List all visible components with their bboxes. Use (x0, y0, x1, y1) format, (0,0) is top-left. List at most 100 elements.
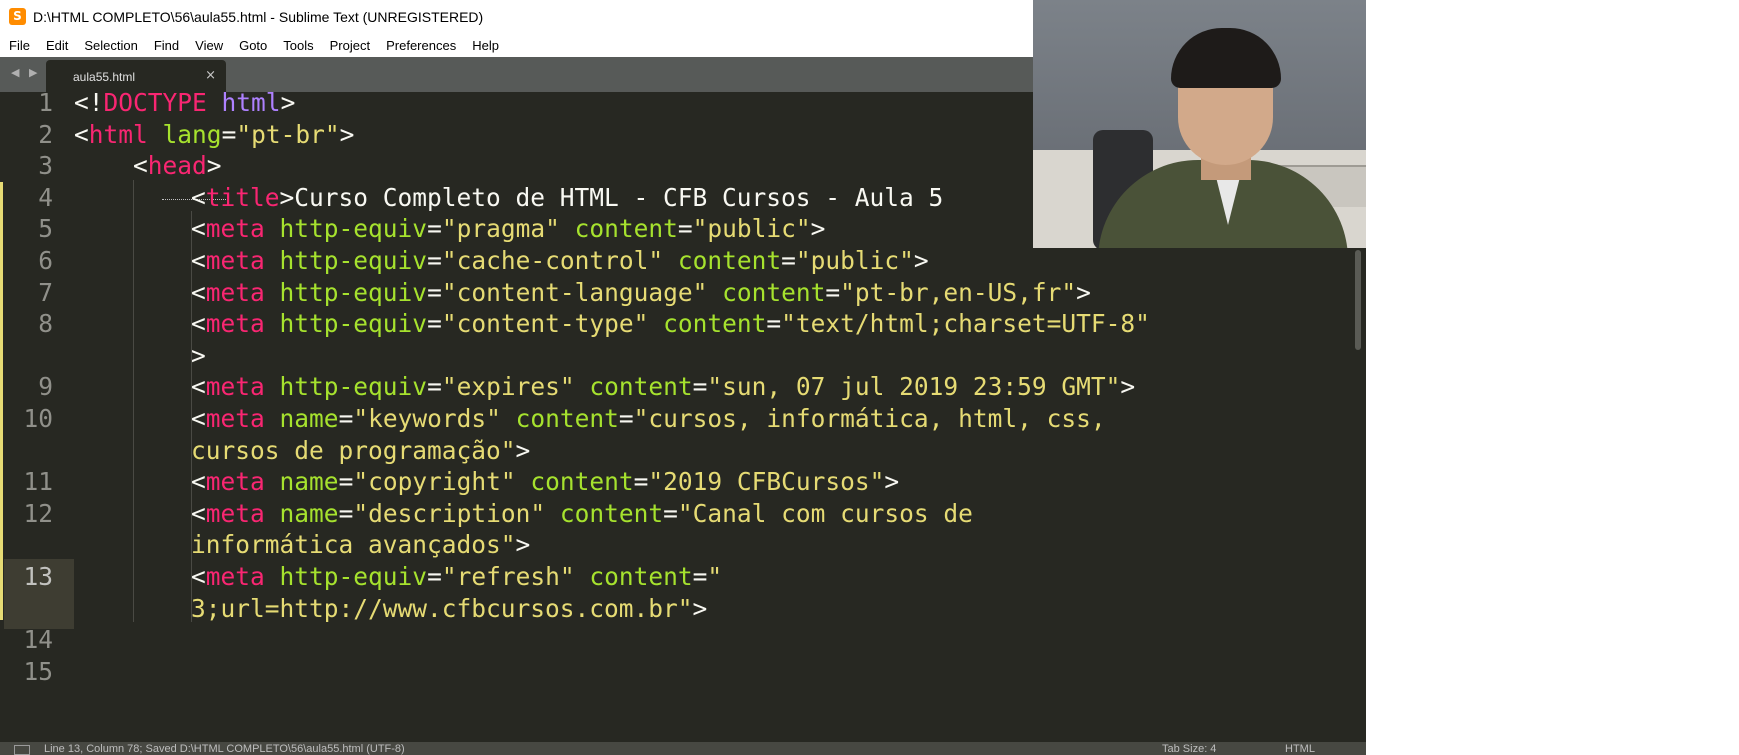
code-token: = (825, 277, 841, 307)
code-token: title (205, 182, 280, 212)
code-token: DOCTYPE (103, 88, 207, 117)
code-text: <meta http-equiv="expires" content="sun,… (191, 369, 1135, 404)
code-text: <meta name="copyright" content="2019 CFB… (191, 464, 899, 499)
code-token: < (191, 309, 206, 339)
status-message: Line 13, Column 78; Saved D:\HTML COMPLE… (44, 743, 405, 755)
code-token: 3;url=http://www.cfbcursos.com.br" (191, 593, 693, 623)
code-line[interactable]: 3;url=http://www.cfbcursos.com.br"> (0, 591, 1355, 626)
indent-guide (191, 211, 192, 623)
menu-file[interactable]: File (9, 38, 30, 53)
code-line[interactable]: cursos de programação"> (0, 433, 1355, 468)
tab-size-indicator[interactable]: Tab Size: 4 (1162, 743, 1216, 755)
code-text: > (191, 338, 206, 373)
menu-tools[interactable]: Tools (283, 38, 313, 53)
menu-find[interactable]: Find (154, 38, 179, 53)
code-token: > (339, 119, 355, 149)
code-token: "expires" (441, 372, 575, 402)
menu-view[interactable]: View (195, 38, 223, 53)
code-token: "sun, 07 jul 2019 23:59 GMT" (707, 372, 1121, 402)
code-token: head (147, 151, 207, 181)
code-line[interactable]: 13 <meta http-equiv="refresh" content=" (0, 559, 1355, 629)
menu-goto[interactable]: Goto (239, 38, 267, 53)
code-text: <meta http-equiv="pragma" content="publi… (191, 211, 825, 246)
code-token: "2019 CFBCursos" (648, 467, 885, 497)
code-line[interactable]: 14 (0, 622, 1355, 657)
code-token: "cache-control" (441, 246, 664, 275)
code-text: <html lang="pt-br"> (74, 117, 354, 152)
code-token: < (133, 151, 148, 181)
code-token: "refresh" (441, 562, 575, 591)
code-token: name (279, 404, 339, 433)
code-text: <meta http-equiv="refresh" content=" (191, 559, 722, 594)
code-token: = (338, 404, 354, 433)
line-number: 10 (23, 404, 53, 433)
modified-lines-marker (0, 181, 3, 621)
code-token: content (530, 467, 634, 497)
code-token: > (515, 435, 531, 465)
code-token: < (74, 119, 89, 149)
console-toggle-icon[interactable] (14, 745, 30, 755)
sublime-text-icon: S (9, 8, 26, 25)
code-token: content (559, 498, 664, 528)
menu-edit[interactable]: Edit (46, 38, 68, 53)
code-token: meta (205, 214, 265, 244)
line-number: 11 (23, 467, 53, 497)
menu-project[interactable]: Project (330, 38, 370, 53)
code-token: content (663, 309, 767, 339)
code-line[interactable]: 8 <meta http-equiv="content-type" content… (0, 306, 1355, 341)
code-text: <!DOCTYPE html> (74, 85, 295, 120)
code-line[interactable]: > (0, 338, 1355, 373)
code-token: < (191, 467, 206, 497)
code-token: http-equiv (279, 562, 428, 591)
code-token: meta (205, 309, 265, 339)
code-line[interactable]: 11 <meta name="copyright" content="2019 C… (0, 464, 1355, 499)
menu-preferences[interactable]: Preferences (386, 38, 456, 53)
code-token: http-equiv (279, 246, 428, 275)
code-token: meta (205, 246, 265, 275)
code-line[interactable]: 7 <meta http-equiv="content-language" con… (0, 275, 1355, 310)
line-number: 5 (38, 214, 53, 244)
scrollbar-thumb[interactable] (1355, 250, 1361, 350)
code-token: informática avançados" (191, 530, 516, 560)
code-token: meta (205, 277, 265, 307)
tab-nav-arrows-icon[interactable]: ◀ ▶ (11, 66, 40, 79)
line-number: 12 (23, 498, 53, 528)
menu-help[interactable]: Help (472, 38, 499, 53)
code-line[interactable]: informática avançados"> (0, 527, 1355, 562)
code-token: content (515, 404, 619, 433)
code-text: <meta http-equiv="content-type" content=… (191, 306, 1150, 341)
code-line[interactable]: 15 (0, 654, 1355, 689)
code-text: <title>Curso Completo de HTML - CFB Curs… (191, 180, 943, 215)
code-line[interactable]: 9 <meta http-equiv="expires" content="sun… (0, 369, 1355, 404)
line-number: 13 (23, 562, 53, 591)
code-token: = (338, 467, 354, 497)
code-token: "pt-br" (236, 119, 340, 149)
code-line[interactable]: 10 <meta name="keywords" content="cursos,… (0, 401, 1355, 436)
code-token: "public" (692, 214, 811, 244)
close-icon[interactable]: × (205, 68, 216, 83)
syntax-indicator[interactable]: HTML (1285, 743, 1315, 755)
code-token: = (766, 309, 782, 339)
menu-selection[interactable]: Selection (84, 38, 137, 53)
code-token: "keywords" (353, 404, 501, 433)
code-token: = (781, 246, 796, 275)
code-token: > (913, 246, 929, 275)
code-token: http-equiv (279, 277, 428, 307)
code-token: <! (74, 88, 104, 117)
code-text: informática avançados"> (191, 527, 530, 562)
code-line[interactable]: 6 <meta http-equiv="cache-control" conten… (0, 243, 1355, 278)
code-token: "content-language" (441, 277, 708, 307)
code-token: = (427, 372, 442, 402)
code-token: > (810, 214, 826, 244)
code-line[interactable]: 12 <meta name="description" content="Cana… (0, 496, 1355, 531)
